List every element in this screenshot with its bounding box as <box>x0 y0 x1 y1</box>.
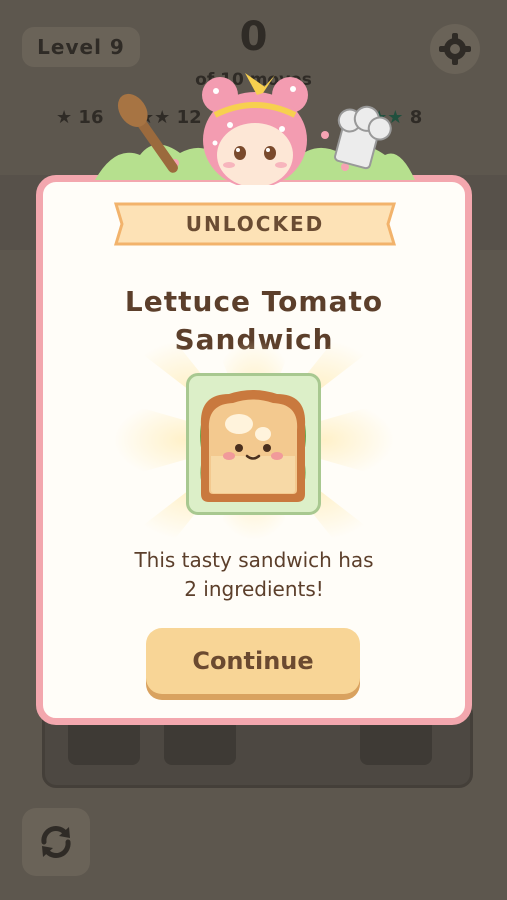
sandwich-icon <box>200 390 306 502</box>
dish-description-line1: This tasty sandwich has <box>134 548 374 572</box>
settings-button[interactable] <box>430 24 480 74</box>
dish-card <box>186 373 321 515</box>
star-icon: ★ <box>56 107 73 128</box>
restart-button[interactable] <box>22 808 90 876</box>
dish-title-line1: Lettuce Tomato <box>124 285 384 318</box>
chef-character-illustration <box>95 73 415 185</box>
dish-description-line2: 2 ingredients! <box>184 577 324 601</box>
continue-button[interactable]: Continue <box>146 628 360 694</box>
refresh-icon <box>41 826 71 858</box>
unlocked-label: UNLOCKED <box>185 212 325 236</box>
gear-icon <box>439 33 471 65</box>
